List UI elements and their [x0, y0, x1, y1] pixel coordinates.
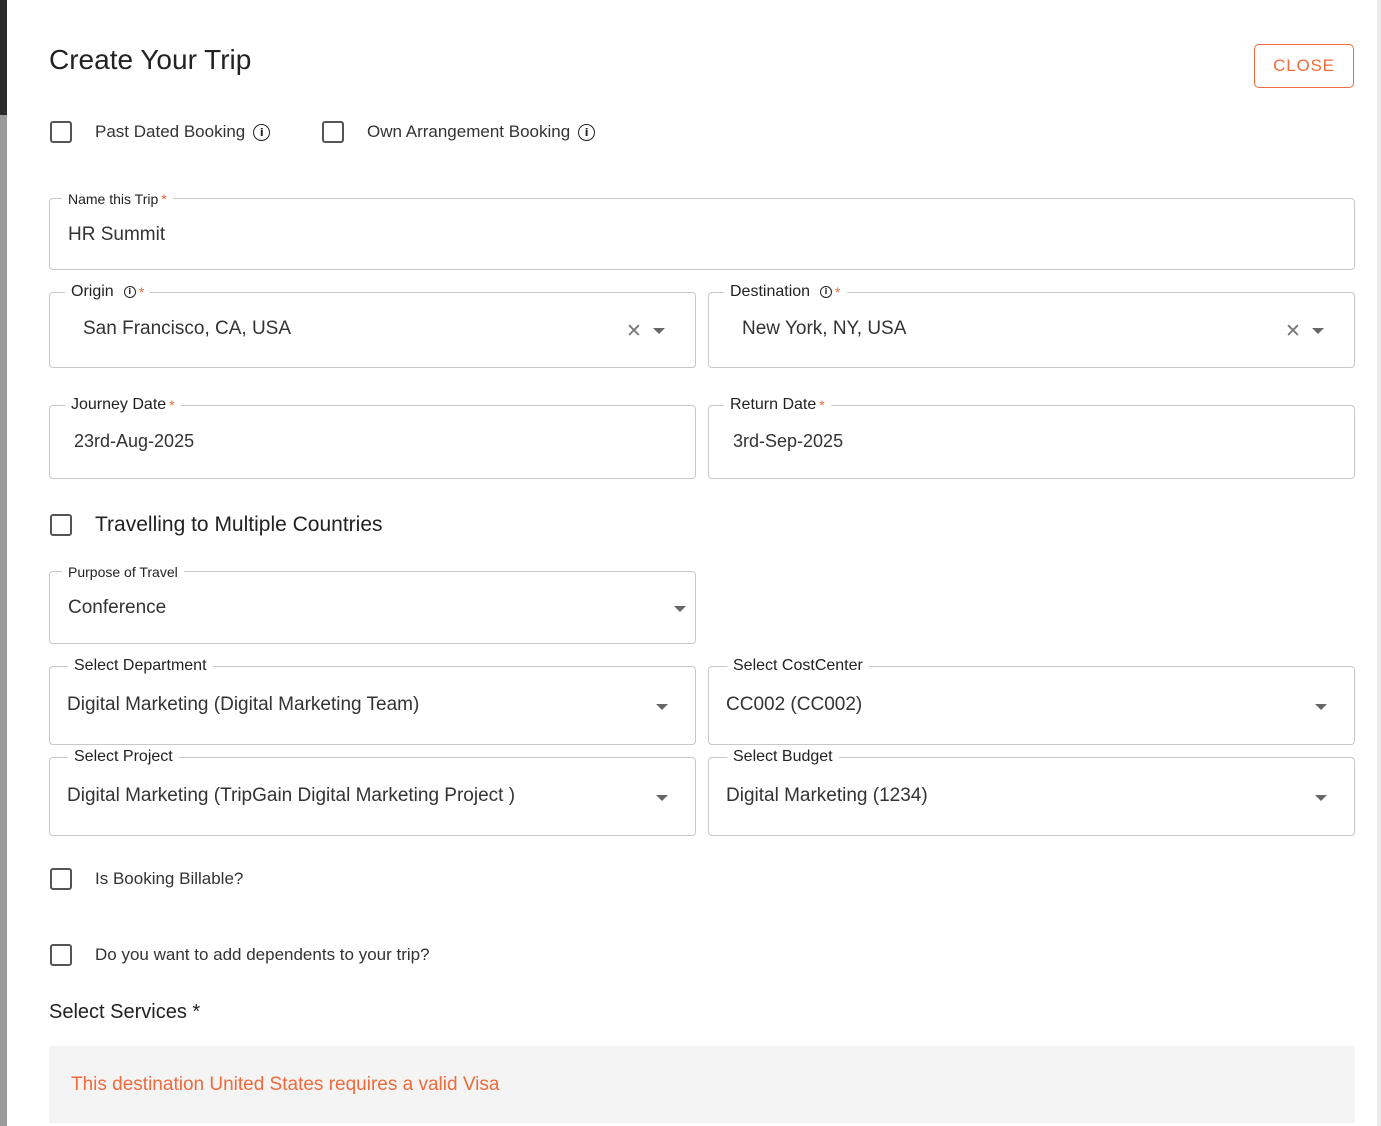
trip-name-legend: Name this Trip *	[62, 190, 173, 208]
journey-date-label: Journey Date	[71, 396, 167, 413]
project-value[interactable]: Digital Marketing (TripGain Digital Mark…	[67, 785, 515, 807]
caret-down-icon[interactable]	[1315, 795, 1327, 801]
origin-label: Origin	[71, 283, 114, 300]
billable-checkbox[interactable]	[50, 868, 72, 890]
required-mark: *	[819, 397, 825, 413]
purpose-select[interactable]: Purpose of Travel Conference	[49, 563, 696, 644]
budget-value[interactable]: Digital Marketing (1234)	[726, 785, 928, 807]
close-icon[interactable]: ✕	[626, 322, 642, 341]
destination-legend: Destination i *	[724, 283, 847, 301]
trip-name-input[interactable]: HR Summit	[68, 224, 165, 246]
caret-down-icon[interactable]	[656, 795, 668, 801]
info-circle-icon[interactable]: i	[253, 123, 271, 141]
billable-option[interactable]: Is Booking Billable?	[50, 868, 243, 890]
background-overlay	[0, 0, 7, 1126]
cost-center-select[interactable]: Select CostCenter CC002 (CC002)	[708, 657, 1355, 745]
past-dated-booking-label: Past Dated Booking	[95, 122, 246, 141]
multiple-countries-checkbox[interactable]	[50, 514, 72, 536]
required-mark: *	[161, 191, 167, 207]
past-dated-booking-checkbox[interactable]	[50, 121, 72, 143]
own-arrangement-booking-option[interactable]: Own Arrangement Booking i	[322, 121, 596, 143]
select-services-heading: Select Services *	[49, 1001, 201, 1023]
caret-down-icon[interactable]	[1312, 328, 1324, 334]
project-select[interactable]: Select Project Digital Marketing (TripGa…	[49, 748, 696, 836]
multiple-countries-label: Travelling to Multiple Countries	[95, 513, 383, 536]
required-mark: *	[138, 284, 145, 300]
close-icon[interactable]: ✕	[1285, 322, 1301, 341]
department-label: Select Department	[74, 657, 207, 674]
info-circle-icon[interactable]: i	[123, 286, 136, 298]
dependents-option[interactable]: Do you want to add dependents to your tr…	[50, 944, 430, 966]
cost-center-value[interactable]: CC002 (CC002)	[726, 694, 862, 716]
caret-down-icon[interactable]	[653, 328, 665, 334]
purpose-value[interactable]: Conference	[68, 597, 166, 619]
cost-center-label: Select CostCenter	[733, 657, 863, 674]
past-dated-booking-option[interactable]: Past Dated Booking i	[50, 121, 271, 143]
destination-field[interactable]: Destination i * New York, NY, USA ✕	[708, 283, 1355, 368]
cost-center-legend: Select CostCenter	[727, 657, 869, 675]
return-date-legend: Return Date *	[724, 396, 831, 414]
dependents-label: Do you want to add dependents to your tr…	[95, 945, 430, 964]
department-select[interactable]: Select Department Digital Marketing (Dig…	[49, 657, 696, 745]
purpose-label: Purpose of Travel	[68, 564, 178, 580]
project-label: Select Project	[74, 748, 173, 765]
own-arrangement-booking-checkbox[interactable]	[322, 121, 344, 143]
trip-name-label: Name this Trip	[68, 191, 159, 207]
caret-down-icon[interactable]	[656, 704, 668, 710]
journey-date-input[interactable]: 23rd-Aug-2025	[74, 431, 194, 452]
origin-input[interactable]: San Francisco, CA, USA	[83, 318, 291, 340]
budget-legend: Select Budget	[727, 748, 839, 766]
required-mark: *	[169, 397, 175, 413]
destination-input[interactable]: New York, NY, USA	[742, 318, 906, 340]
caret-down-icon[interactable]	[674, 606, 686, 612]
info-circle-icon[interactable]: i	[820, 286, 833, 298]
caret-down-icon[interactable]	[1315, 704, 1327, 710]
close-button[interactable]: CLOSE	[1254, 44, 1354, 88]
visa-notice: This destination United States requires …	[49, 1046, 1355, 1123]
origin-legend: Origin i *	[65, 283, 151, 301]
info-circle-icon[interactable]: i	[578, 123, 596, 141]
project-legend: Select Project	[68, 748, 179, 766]
department-value[interactable]: Digital Marketing (Digital Marketing Tea…	[67, 694, 419, 716]
dependents-checkbox[interactable]	[50, 944, 72, 966]
journey-date-legend: Journey Date *	[65, 396, 181, 414]
dialog-title: Create Your Trip	[49, 44, 252, 75]
required-mark: *	[835, 284, 841, 300]
billable-label: Is Booking Billable?	[95, 869, 244, 888]
return-date-input[interactable]: 3rd-Sep-2025	[733, 431, 843, 452]
return-date-field[interactable]: Return Date * 3rd-Sep-2025	[708, 396, 1355, 479]
multiple-countries-option[interactable]: Travelling to Multiple Countries	[50, 513, 383, 537]
department-legend: Select Department	[68, 657, 213, 675]
budget-select[interactable]: Select Budget Digital Marketing (1234)	[708, 748, 1355, 836]
journey-date-field[interactable]: Journey Date * 23rd-Aug-2025	[49, 396, 696, 479]
visa-notice-text: This destination United States requires …	[71, 1074, 500, 1095]
budget-label: Select Budget	[733, 748, 833, 765]
own-arrangement-booking-label: Own Arrangement Booking	[367, 122, 571, 141]
purpose-legend: Purpose of Travel	[62, 563, 184, 581]
dialog-scrollbar[interactable]	[1377, 0, 1381, 1126]
destination-label: Destination	[730, 283, 811, 300]
trip-name-field[interactable]: Name this Trip * HR Summit	[49, 190, 1355, 270]
origin-field[interactable]: Origin i * San Francisco, CA, USA ✕	[49, 283, 696, 368]
return-date-label: Return Date	[730, 396, 817, 413]
